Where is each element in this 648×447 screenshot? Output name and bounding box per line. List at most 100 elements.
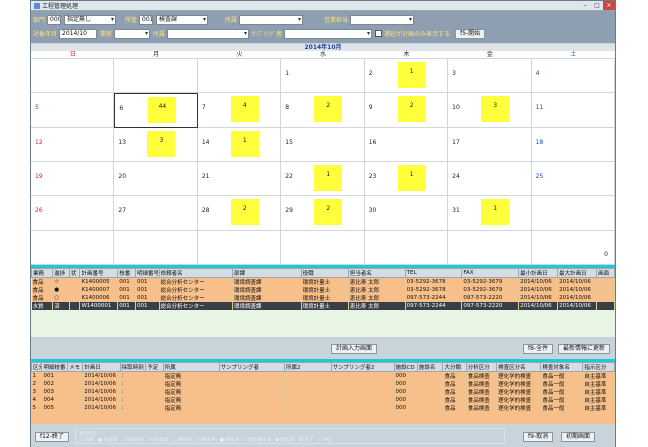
plan-count-badge[interactable]: 3 [147,130,176,157]
business-select[interactable] [114,28,151,39]
detail-cell[interactable]: 食品検査 [466,380,498,388]
calendar-cell[interactable]: 31 1 [448,196,532,231]
exit-button[interactable]: f12-終了 [35,432,69,442]
detail-column-header[interactable]: 明細枝番 [41,362,69,372]
sampler-select[interactable] [284,28,373,39]
calendar-cell[interactable]: 5 [31,93,115,128]
plan-count-badge[interactable]: 1 [230,130,259,157]
calendar-cell[interactable]: 6 44 [114,93,198,128]
detail-cell[interactable] [331,396,395,404]
detail-column-header[interactable]: 指示区分 [582,362,615,372]
detail-cell[interactable] [219,371,285,380]
detail-column-header[interactable]: 検査対象名 [540,362,584,372]
calendar-cell[interactable]: 30 [364,196,449,231]
detail-cell[interactable]: 004 [41,396,69,404]
detail-cell[interactable]: 指定無 [163,396,220,404]
detail-column-header[interactable]: 施設CD [393,362,418,372]
detail-cell[interactable] [284,380,332,388]
detail-row[interactable]: 5 005 2014/10/06: 指定無 000 食品 食品検査 理化学的検査 食品一般 自主基… [31,404,615,412]
detail-cell[interactable] [67,388,84,396]
plan-count-badge[interactable]: 2 [230,199,259,226]
detail-cell[interactable] [284,388,332,396]
detail-cell[interactable] [219,380,285,388]
start-button[interactable]: f5-開始 [455,28,486,39]
detail-cell[interactable] [145,396,164,404]
detail-column-header[interactable]: 所属2 [283,362,332,372]
detail-cell[interactable] [331,380,395,388]
detail-cell[interactable]: : [120,388,147,396]
calendar-cell[interactable]: 1 [281,59,365,94]
plan-column-header[interactable]: TEL [404,268,463,278]
detail-cell[interactable] [67,371,84,380]
plan-count-badge[interactable]: 2 [397,96,426,123]
detail-cell[interactable]: 2014/10/06 [82,396,121,404]
detail-cell[interactable]: 食品検査 [466,371,498,380]
detail-cell[interactable]: 1 [31,371,43,380]
detail-cell[interactable]: 4 [31,396,43,404]
calendar-cell[interactable]: 4 [531,59,615,94]
detail-cell[interactable]: 理化学的検査 [496,396,542,404]
calendar-cell[interactable]: 16 [364,127,449,162]
plan-column-header[interactable]: 状 [68,268,81,278]
detail-cell[interactable]: 理化学的検査 [496,388,542,396]
detail-cell[interactable] [219,404,285,412]
calendar-cell[interactable]: 82 [281,93,365,128]
calendar-cell[interactable]: 25 [531,161,615,197]
plan-input-button[interactable]: 計画入力画面 [331,344,378,354]
detail-cell[interactable] [331,371,395,380]
detail-row[interactable]: 3 003 2014/10/06: 指定無 000 食品 食品検査 理化学的検査 食品一般 自主基… [31,388,615,396]
detail-cell[interactable]: 自主基準 [582,388,615,396]
calendar-cell[interactable] [114,230,198,265]
calendar-cell[interactable]: 14 1 [197,127,282,162]
plan-column-header[interactable]: 依頼者名 [158,268,233,278]
maximize-icon[interactable]: □ [591,1,603,10]
calendar-cell[interactable] [531,196,615,231]
calendar-cell[interactable] [197,59,282,94]
detail-cell[interactable] [417,371,444,380]
detail-column-header[interactable]: 大分類 [442,362,467,372]
detail-cell[interactable]: 理化学的検査 [496,404,542,412]
plan-column-header[interactable]: 枝番 [117,268,137,278]
detail-column-header[interactable]: サンプリング者2 [330,362,395,372]
calendar-cell[interactable]: 21 [197,161,282,197]
calendar-cell[interactable]: 92 [364,93,449,128]
refresh-button[interactable]: 最新情報に更新 [558,344,611,354]
detail-cell[interactable]: 食品一般 [540,371,584,380]
calendar-cell[interactable]: 20 [114,161,198,197]
plan-column-header[interactable]: 画面 [596,268,615,278]
calendar-cell[interactable]: 26 [31,196,115,231]
detail-cell[interactable]: 理化学的検査 [496,380,542,388]
delayed-only-checkbox[interactable] [375,30,383,37]
minimize-icon[interactable]: – [579,1,591,10]
detail-cell[interactable] [145,404,164,412]
show-all-button[interactable]: f8-全件 [523,344,554,354]
plan-row[interactable]: 食品 ● K1400007 001 001 総合分析センター 環境調査課 環境計量士 恵比寿 太… [31,286,615,294]
dept-select[interactable] [167,28,250,39]
detail-cell[interactable] [219,388,285,396]
detail-cell[interactable]: 自主基準 [582,404,615,412]
detail-cell[interactable]: : [120,380,147,388]
plan-column-header[interactable]: 最小計画日 [518,268,559,278]
plan-count-badge[interactable]: 3 [481,96,510,123]
detail-cell[interactable]: 食品一般 [540,380,584,388]
detail-cell[interactable]: 食品 [442,404,467,412]
detail-cell[interactable]: 3 [31,388,43,396]
detail-cell[interactable]: 000 [394,404,418,412]
detail-cell[interactable]: 食品 [442,388,467,396]
section-code[interactable]: 001 [139,14,154,25]
calendar-cell[interactable]: 0 [531,230,615,265]
plan-column-header[interactable]: 役職 [300,268,349,278]
calendar-cell[interactable]: 21 [364,59,449,94]
detail-column-header[interactable]: サンプリング者 [218,362,285,372]
detail-row[interactable]: 2 002 2014/10/06: 指定無 000 食品 食品検査 理化学的検査 食品一般 自主基… [31,380,615,388]
detail-cell[interactable]: 002 [41,380,69,388]
calendar-cell[interactable] [31,230,115,265]
plan-count-badge[interactable]: 1 [314,164,343,191]
detail-cell[interactable] [145,371,164,380]
detail-cell[interactable]: 指定無 [163,371,220,380]
calendar-cell[interactable] [364,230,449,265]
plan-column-header[interactable]: 業務 [30,268,54,278]
calendar-cell[interactable]: 13 3 [114,127,198,162]
detail-column-header[interactable]: 計画日 [82,362,121,372]
detail-row[interactable]: 1 001 2014/10/06: 指定無 000 食品 食品検査 理化学的検査 食品一般 自主基… [31,371,615,380]
